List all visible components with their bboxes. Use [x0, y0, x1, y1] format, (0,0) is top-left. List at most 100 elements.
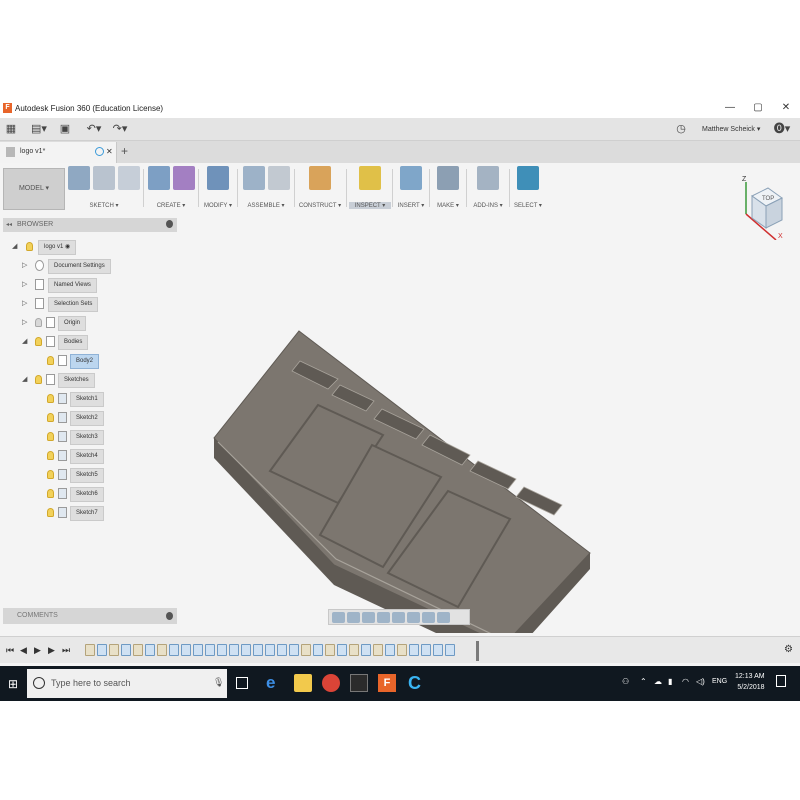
add-ins-group[interactable]: ADD-INS ▾ — [468, 166, 508, 212]
notification-center-icon[interactable] — [776, 675, 786, 687]
c-app-icon[interactable]: C — [408, 674, 426, 692]
view-cube[interactable]: TOP Z X — [738, 170, 788, 240]
tree-item-sketch6[interactable]: Sketch6 — [44, 487, 174, 502]
tree-root-node[interactable]: ◢ logo v1 ◉ — [12, 240, 172, 255]
visibility-bulb-icon[interactable] — [47, 432, 54, 441]
timeline-feature-icon[interactable] — [421, 644, 431, 656]
volume-icon[interactable]: ◁) — [696, 677, 705, 686]
joint-icon[interactable] — [267, 166, 290, 190]
people-icon[interactable]: ⚇ — [622, 677, 629, 686]
visibility-bulb-icon[interactable] — [47, 413, 54, 422]
collapse-browser-icon[interactable]: ◂◂ — [6, 221, 12, 228]
cloud-icon[interactable]: ☁ — [654, 677, 662, 686]
visibility-bulb-icon[interactable] — [26, 242, 33, 251]
timeline-feature-icon[interactable] — [433, 644, 443, 656]
press-pull-icon[interactable] — [207, 166, 229, 190]
task-view-icon[interactable] — [236, 677, 248, 689]
close-tab-button[interactable]: ✕ — [106, 147, 113, 156]
minimize-button[interactable]: — — [720, 101, 740, 115]
timeline-play-icon[interactable]: ▶ — [34, 645, 41, 656]
expand-arrow-icon[interactable]: ▷ — [22, 318, 30, 328]
close-button[interactable]: ✕ — [776, 101, 796, 115]
workspace-switcher[interactable]: MODEL ▾ — [3, 168, 65, 210]
tree-item-sketches[interactable]: ◢ Sketches — [22, 373, 172, 388]
timeline-sketch-icon[interactable] — [349, 644, 359, 656]
timeline-feature-icon[interactable] — [193, 644, 203, 656]
insert-group[interactable]: INSERT ▾ — [394, 166, 428, 212]
measure-icon[interactable] — [359, 166, 381, 190]
tree-item-sketch3[interactable]: Sketch3 — [44, 430, 174, 445]
orbit-icon[interactable] — [332, 611, 345, 623]
document-tab[interactable]: logo v1* ✕ — [0, 142, 117, 163]
timeline-feature-icon[interactable] — [409, 644, 419, 656]
timeline-sketch-icon[interactable] — [85, 644, 95, 656]
visibility-bulb-icon[interactable] — [47, 356, 54, 365]
visibility-bulb-icon[interactable] — [47, 451, 54, 460]
timeline-sketch-icon[interactable] — [301, 644, 311, 656]
modify-group[interactable]: MODIFY ▾ — [200, 166, 236, 212]
tree-item-document-settings[interactable]: ▷ Document Settings — [22, 259, 172, 274]
save-icon[interactable]: ▣ — [58, 122, 72, 136]
timeline-end-icon[interactable]: ⏭ — [62, 645, 70, 656]
timeline-sketch-icon[interactable] — [133, 644, 143, 656]
collapse-arrow-icon[interactable]: ◢ — [22, 337, 30, 347]
grid-settings-icon[interactable] — [422, 611, 435, 623]
visibility-bulb-icon[interactable] — [35, 337, 42, 346]
look-at-icon[interactable] — [347, 611, 360, 623]
user-account-menu[interactable]: Matthew Scheick ▾ — [702, 125, 760, 133]
timeline-feature-icon[interactable] — [385, 644, 395, 656]
select-group[interactable]: SELECT ▾ — [511, 166, 545, 212]
app-window-icon[interactable] — [350, 674, 368, 692]
timeline-feature-icon[interactable] — [445, 644, 455, 656]
maximize-button[interactable]: ▢ — [748, 101, 768, 115]
visibility-bulb-icon[interactable] — [47, 489, 54, 498]
windows-start-icon[interactable]: ⊞ — [8, 677, 18, 691]
new-tab-button[interactable]: + — [121, 144, 128, 158]
make-group[interactable]: MAKE ▾ — [431, 166, 465, 212]
timeline-forward-icon[interactable]: ▶ — [48, 645, 55, 656]
undo-icon[interactable]: ↶▾ — [84, 122, 104, 136]
timeline-sketch-icon[interactable] — [109, 644, 119, 656]
tree-item-named-views[interactable]: ▷ Named Views — [22, 278, 172, 293]
offset-plane-icon[interactable] — [309, 166, 331, 190]
tree-item-sketch4[interactable]: Sketch4 — [44, 449, 174, 464]
data-panel-grid-icon[interactable]: ▦ — [4, 122, 18, 136]
rectangle-tool-icon[interactable] — [118, 166, 140, 190]
input-language-indicator[interactable]: ENG — [712, 678, 727, 685]
visibility-bulb-icon[interactable] — [47, 470, 54, 479]
browser-pin-icon[interactable] — [166, 220, 173, 228]
edge-browser-icon[interactable]: e — [266, 674, 284, 692]
visibility-bulb-icon[interactable] — [47, 508, 54, 517]
timeline-feature-icon[interactable] — [277, 644, 287, 656]
inspect-group[interactable]: INSPECT ▾ — [349, 166, 391, 212]
job-status-clock-icon[interactable]: ◷ — [674, 122, 688, 136]
timeline-feature-icon[interactable] — [241, 644, 251, 656]
tree-item-sketch7[interactable]: Sketch7 — [44, 506, 174, 521]
construct-group[interactable]: CONSTRUCT ▾ — [296, 166, 344, 212]
display-settings-icon[interactable] — [407, 611, 420, 623]
show-hidden-icons-chevron-up-icon[interactable]: ⌃ — [640, 677, 647, 686]
visibility-bulb-icon[interactable] — [35, 318, 42, 327]
line-tool-icon[interactable] — [93, 166, 115, 190]
3d-print-icon[interactable] — [437, 166, 459, 190]
timeline-feature-icon[interactable] — [265, 644, 275, 656]
collapse-arrow-icon[interactable]: ◢ — [12, 242, 20, 252]
timeline-feature-icon[interactable] — [145, 644, 155, 656]
timeline-feature-icon[interactable] — [289, 644, 299, 656]
create-group[interactable]: CREATE ▾ — [145, 166, 197, 212]
battery-icon[interactable]: ▮ — [668, 677, 672, 686]
timeline-feature-icon[interactable] — [253, 644, 263, 656]
timeline-sketch-icon[interactable] — [397, 644, 407, 656]
sketch-group[interactable]: SKETCH ▾ — [66, 166, 142, 212]
timeline-settings-gear-icon[interactable]: ⚙ — [784, 644, 793, 655]
redo-icon[interactable]: ↷▾ — [110, 122, 130, 136]
tree-item-sketch2[interactable]: Sketch2 — [44, 411, 174, 426]
expand-arrow-icon[interactable]: ▷ — [22, 261, 30, 271]
extrude-icon[interactable] — [147, 166, 170, 190]
timeline-sketch-icon[interactable] — [325, 644, 335, 656]
viewports-icon[interactable] — [437, 611, 450, 623]
select-cursor-icon[interactable] — [517, 166, 539, 190]
taskbar-clock[interactable]: 12:13 AM 5/2/2018 — [735, 671, 765, 693]
tree-item-sketch5[interactable]: Sketch5 — [44, 468, 174, 483]
comments-pin-icon[interactable] — [166, 612, 173, 620]
